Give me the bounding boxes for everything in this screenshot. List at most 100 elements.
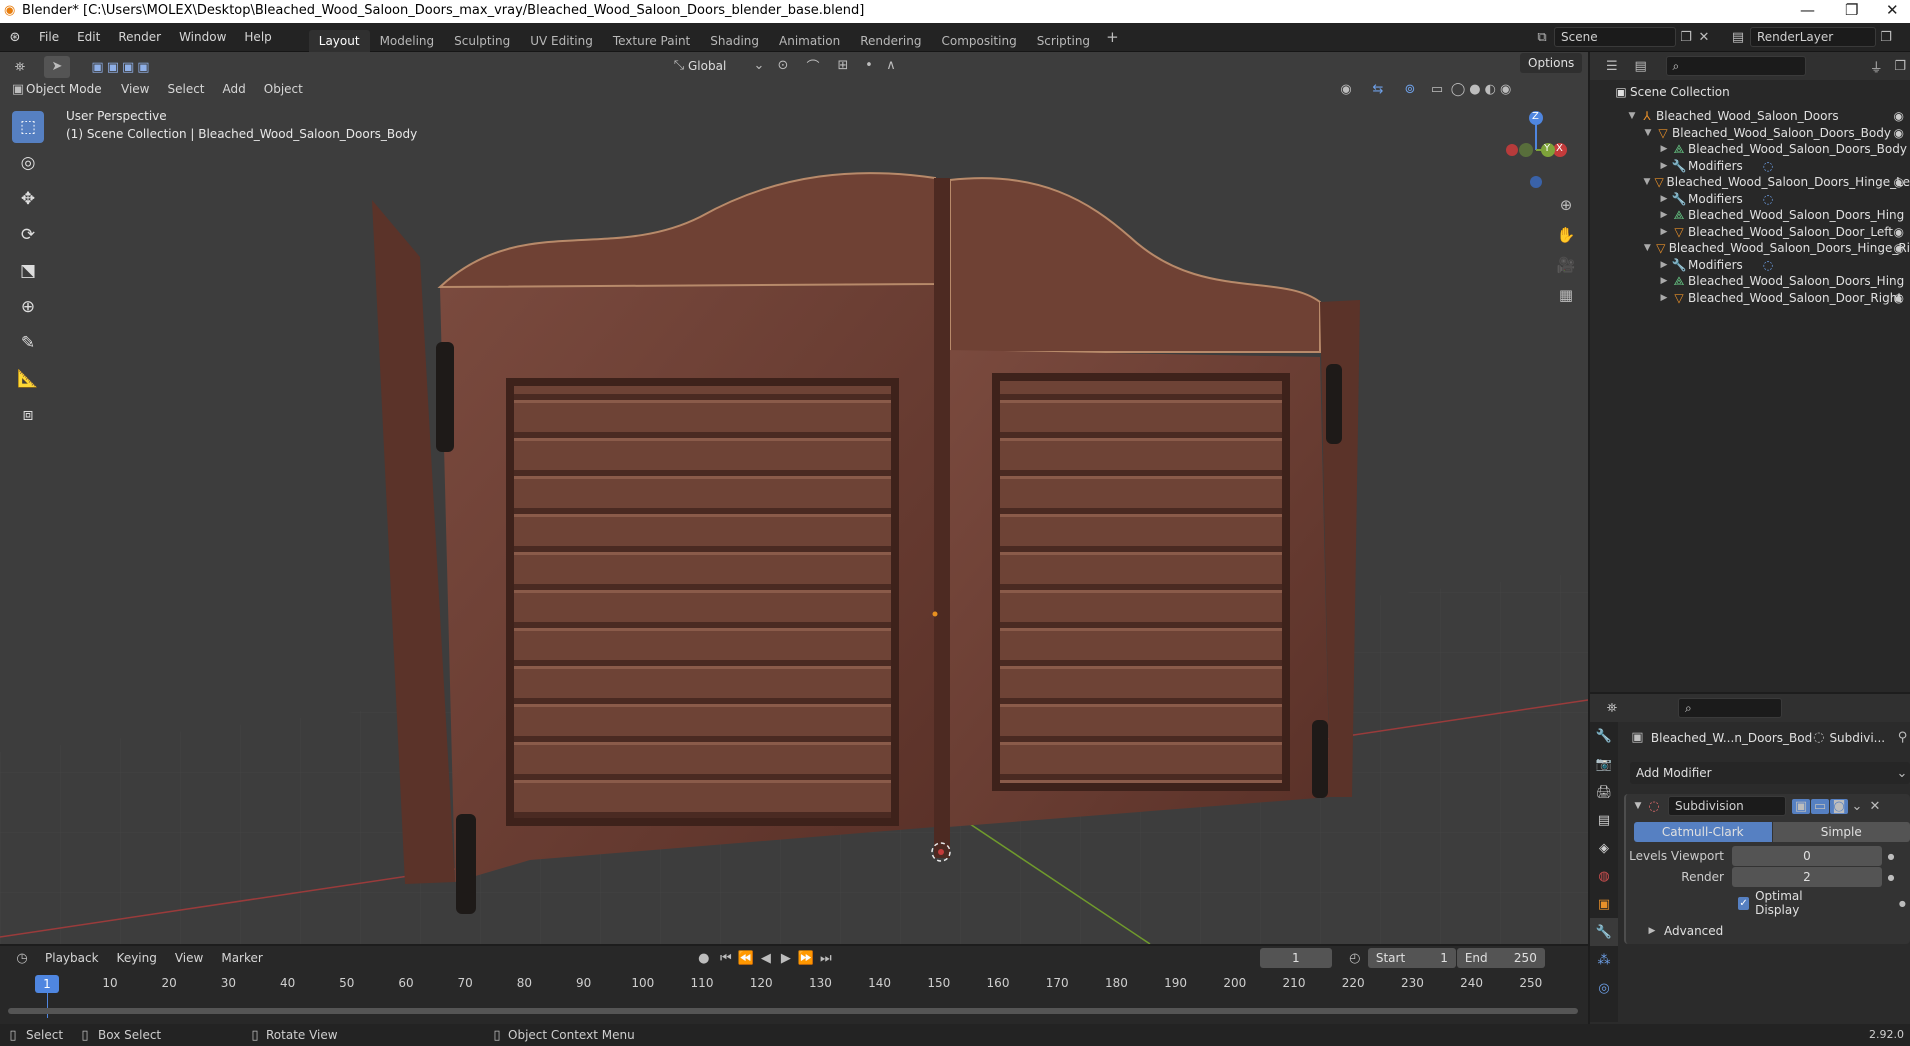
remove-scene-icon[interactable]: ✕ (1696, 30, 1712, 45)
proportional-edit-icon[interactable]: • (858, 58, 880, 73)
visibility-eye-icon[interactable]: ◉ (1894, 175, 1904, 189)
add-workspace-button[interactable]: + (1106, 28, 1119, 46)
pivot-point-icon[interactable]: ⊙ (768, 58, 798, 73)
menu-window[interactable]: Window (170, 30, 235, 44)
expand-arrow-icon[interactable]: ▶ (1658, 260, 1670, 270)
ortho-grid-icon[interactable]: ▦ (1554, 286, 1578, 316)
camera-icon[interactable]: 🎥 (1554, 256, 1578, 286)
optimal-display-checkbox[interactable]: ✓ (1738, 896, 1750, 910)
falloff-icon[interactable]: ∧ (880, 58, 902, 73)
menu-edit[interactable]: Edit (68, 30, 109, 44)
display-mode-icon[interactable]: ▤ (1626, 59, 1656, 74)
expand-arrow-icon[interactable]: ▼ (1642, 177, 1652, 187)
pan-hand-icon[interactable]: ✋ (1554, 226, 1578, 256)
remove-modifier-icon[interactable]: ✕ (1866, 799, 1884, 814)
expand-arrow-icon[interactable]: ▶ (1658, 144, 1670, 154)
render-layer-field[interactable]: RenderLayer (1750, 27, 1876, 47)
cursor-tool-icon[interactable]: ◎ (12, 147, 44, 179)
tab-rendering[interactable]: Rendering (850, 30, 931, 52)
measure-tool-icon[interactable]: 📐 (12, 363, 44, 395)
visibility-eye-icon[interactable]: ◉ (1894, 109, 1904, 123)
modifier-tab-icon[interactable]: 🔧 (1590, 918, 1618, 946)
transform-orientation-dropdown[interactable]: Global (688, 59, 750, 73)
editor-type-icon[interactable]: ⛯ (8, 60, 32, 75)
expand-arrow-icon[interactable]: ▶ (1658, 227, 1670, 237)
modifier-name-field[interactable]: Subdivision (1668, 796, 1786, 816)
add-modifier-dropdown[interactable]: Add Modifier ⌄ (1630, 762, 1910, 784)
gizmo-icon[interactable]: ⇆ (1362, 82, 1394, 97)
object-menu[interactable]: Object (255, 82, 312, 96)
outliner-row[interactable]: ▶ ▽ Bleached_Wood_Saloon_Door_Right ◉ (1590, 288, 1910, 308)
visibility-eye-icon[interactable]: ◉ (1894, 225, 1904, 239)
physics-tab-icon[interactable]: ◎ (1590, 974, 1618, 1002)
visibility-eye-icon[interactable]: ◉ (1894, 126, 1904, 140)
expand-arrow-icon[interactable]: ▶ (1658, 210, 1670, 220)
tab-sculpting[interactable]: Sculpting (444, 30, 520, 52)
3d-viewport[interactable] (0, 52, 1588, 944)
close-button[interactable]: ✕ (1886, 1, 1899, 19)
simple-button[interactable]: Simple (1772, 822, 1910, 842)
tab-uv-editing[interactable]: UV Editing (520, 30, 603, 52)
menu-render[interactable]: Render (109, 30, 170, 44)
snap-target-icon[interactable]: ⊞ (828, 58, 858, 73)
tab-shading[interactable]: Shading (700, 30, 769, 52)
tab-animation[interactable]: Animation (769, 30, 850, 52)
expand-arrow-icon[interactable]: ▶ (1658, 276, 1670, 286)
tool-tab-icon[interactable]: 🔧 (1590, 722, 1618, 750)
new-view-layer-icon[interactable]: ❐ (1876, 30, 1896, 45)
expand-arrow-icon[interactable]: ▼ (1626, 111, 1638, 121)
view-menu[interactable]: View (112, 82, 158, 96)
pin-icon[interactable]: ⚲ (1895, 730, 1910, 745)
catmull-clark-button[interactable]: Catmull-Clark (1634, 822, 1772, 842)
keyframe-dot-icon[interactable]: ● (1895, 899, 1910, 908)
render-toggle-icon[interactable]: ◙ (1830, 798, 1848, 814)
timeline-scrollbar[interactable] (8, 1008, 1578, 1014)
options-dropdown[interactable]: Options (1520, 53, 1583, 73)
menu-file[interactable]: File (30, 30, 68, 44)
collapse-arrow-icon[interactable]: ▼ (1632, 801, 1644, 811)
add-menu[interactable]: Add (214, 82, 255, 96)
playhead-frame-badge[interactable]: 1 (35, 975, 59, 993)
mode-dropdown[interactable]: Object Mode (26, 82, 112, 96)
properties-search-input[interactable]: ⌕ (1678, 698, 1782, 718)
visibility-eye-icon[interactable]: ◉ (1894, 241, 1904, 255)
visibility-icon[interactable]: ◉ (1330, 82, 1362, 97)
move-tool-icon[interactable]: ✥ (12, 183, 44, 215)
advanced-subpanel-header[interactable]: ▶ Advanced (1626, 921, 1910, 941)
blender-menu-icon[interactable]: ⊛ (0, 30, 30, 45)
new-scene-icon[interactable]: ❐ (1676, 30, 1696, 45)
properties-editor-icon[interactable]: ⛯ (1598, 701, 1626, 716)
keyframe-dot-icon[interactable]: ● (1882, 873, 1900, 882)
shading-mode-icons[interactable]: ◯●◐◉ (1448, 82, 1518, 97)
expand-arrow-icon[interactable]: ▼ (1642, 243, 1653, 253)
tab-modeling[interactable]: Modeling (370, 30, 445, 52)
select-box-tool-icon[interactable]: ⬚ (12, 111, 44, 143)
outliner-scene-collection[interactable]: ▣ Scene Collection (1590, 82, 1910, 102)
tab-layout[interactable]: Layout (308, 29, 370, 52)
new-collection-icon[interactable]: ❐ (1890, 59, 1910, 74)
scale-tool-icon[interactable]: ⬔ (12, 255, 44, 287)
particles-tab-icon[interactable]: ⁂ (1590, 946, 1618, 974)
select-tool-icon[interactable]: ➤ (44, 56, 70, 78)
expand-arrow-icon[interactable]: ▶ (1658, 194, 1670, 204)
rotate-tool-icon[interactable]: ⟳ (12, 219, 44, 251)
zoom-icon[interactable]: ⊕ (1554, 196, 1578, 226)
navigation-gizmo[interactable]: Z X Y (1496, 110, 1576, 190)
transform-tool-icon[interactable]: ⊕ (12, 291, 44, 323)
maximize-button[interactable]: ❐ (1845, 1, 1858, 19)
tab-compositing[interactable]: Compositing (931, 30, 1026, 52)
visibility-eye-icon[interactable]: ◉ (1894, 291, 1904, 305)
selection-mode-icons[interactable]: ▣▣▣▣ (78, 60, 166, 75)
expand-arrow-icon[interactable]: ▼ (1642, 128, 1654, 138)
select-menu[interactable]: Select (158, 82, 213, 96)
view-layer-tab-icon[interactable]: ▤ (1590, 806, 1618, 834)
keyframe-dot-icon[interactable]: ● (1882, 852, 1900, 861)
outliner-editor-icon[interactable]: ☰ (1598, 59, 1626, 74)
scene-name-field[interactable]: Scene (1554, 27, 1676, 47)
scene-tab-icon[interactable]: ◈ (1590, 834, 1618, 862)
object-tab-icon[interactable]: ▣ (1590, 890, 1618, 918)
xray-icon[interactable]: ▭ (1426, 82, 1448, 97)
outliner-search-input[interactable]: ⌕ (1665, 56, 1807, 76)
world-tab-icon[interactable]: ◍ (1590, 862, 1618, 890)
expand-arrow-icon[interactable]: ▶ (1658, 293, 1670, 303)
